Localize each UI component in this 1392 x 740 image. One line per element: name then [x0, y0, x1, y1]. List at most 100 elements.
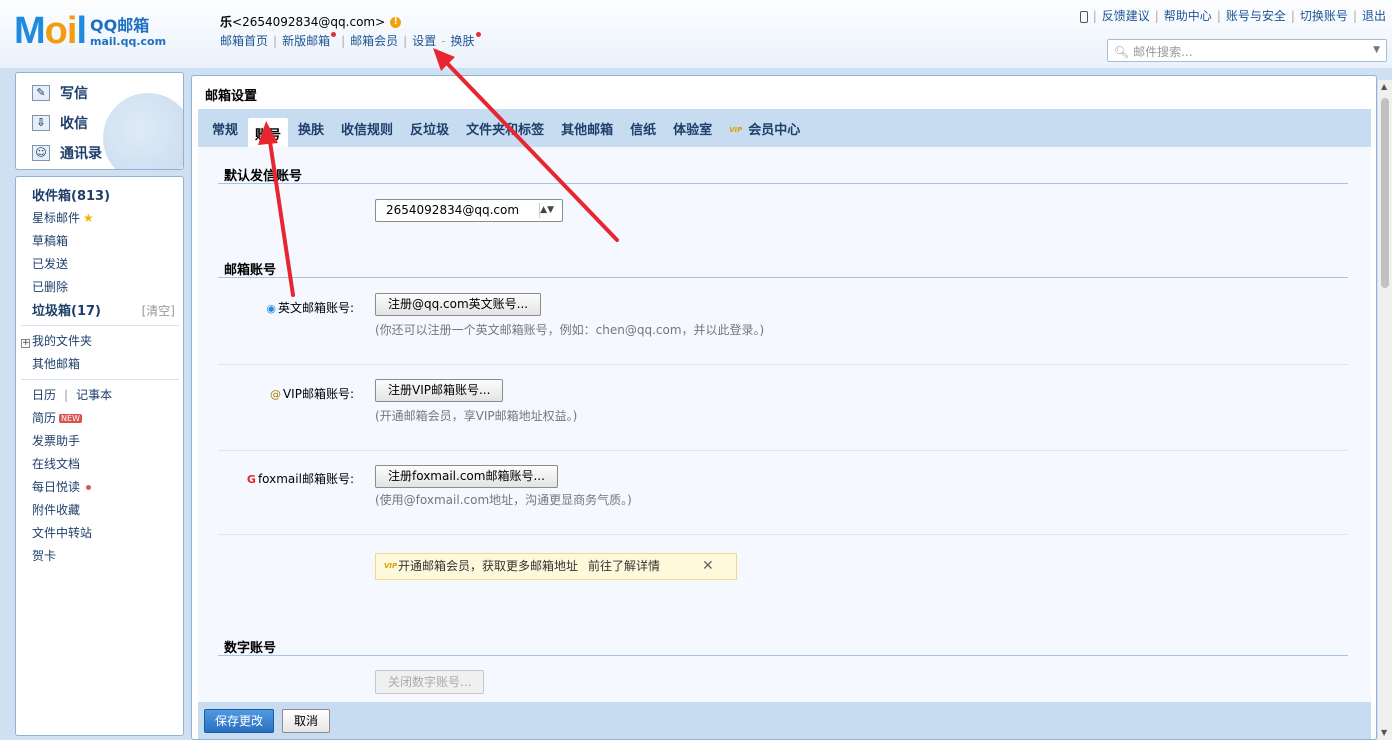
app-notebook[interactable]: 记事本: [76, 388, 112, 402]
register-foxmail-account-button[interactable]: 注册foxmail.com邮箱账号...: [375, 465, 558, 488]
unread-dot-icon: [86, 485, 92, 490]
app-calendar[interactable]: 日历: [32, 388, 56, 402]
app-resume[interactable]: 简历 NEW: [32, 409, 82, 426]
at-sign-icon: @: [269, 388, 281, 401]
bottom-action-bar: 保存更改 取消: [198, 702, 1371, 739]
star-icon: ★: [83, 211, 94, 225]
tab-account[interactable]: 账号: [248, 118, 289, 147]
link-skin[interactable]: 换肤: [451, 34, 475, 48]
chevron-down-icon[interactable]: ▼: [1373, 45, 1380, 55]
quick-actions: ✎ 写信 ⇩ 收信 ☺ 通讯录: [15, 72, 184, 170]
foxmail-account-note: (使用@foxmail.com地址，沟通更显商务气质。): [375, 493, 632, 507]
tab-other-mail[interactable]: 其他邮箱: [554, 113, 620, 144]
compose-button[interactable]: ✎ 写信: [32, 83, 88, 103]
qq-mail-logo[interactable]: Moil QQ邮箱 mail.qq.com: [14, 12, 166, 50]
scrollbar-thumb[interactable]: [1381, 98, 1389, 288]
row-divider: [218, 450, 1348, 451]
folder-my-folders[interactable]: + 我的文件夹: [21, 332, 92, 349]
right-top-links: | 反馈建议 | 帮助中心 | 账号与安全 | 切换账号 | 退出: [1079, 7, 1386, 24]
link-account-security[interactable]: 账号与安全: [1226, 9, 1286, 23]
scrollbar[interactable]: ▲ ▼: [1378, 80, 1392, 740]
settings-content: 默认发信账号 2654092834@qq.com ▲▼ 邮箱账号 ◉ 英文邮箱账号…: [198, 147, 1371, 707]
logo-domain-text: mail.qq.com: [90, 35, 167, 48]
search-placeholder: 邮件搜索...: [1133, 45, 1193, 59]
folder-sent[interactable]: 已发送: [32, 255, 68, 272]
folder-deleted[interactable]: 已删除: [32, 278, 68, 295]
link-feedback[interactable]: 反馈建议: [1102, 9, 1150, 23]
row-divider: [218, 364, 1348, 365]
user-info: 乐<2654092834@qq.com>!: [220, 13, 402, 30]
divider: [21, 379, 179, 380]
link-mail-home[interactable]: 邮箱首页: [220, 34, 268, 48]
vip-promo-tip: VIP 开通邮箱会员，获取更多邮箱地址 前往了解详情 ✕: [375, 553, 737, 580]
tab-lab[interactable]: 体验室: [666, 113, 719, 144]
scroll-up-icon[interactable]: ▲: [1381, 82, 1387, 91]
folder-list: 收件箱(813) 星标邮件 ★ 草稿箱 已发送 已删除 垃圾箱(17) [清空] …: [15, 176, 184, 736]
skin-dot-icon: [475, 32, 481, 37]
tip-details-link[interactable]: 前往了解详情: [588, 559, 660, 573]
qq-penguin-watermark: [103, 93, 183, 169]
folder-other-mail[interactable]: 其他邮箱: [32, 355, 80, 372]
logo-m: M: [14, 10, 46, 52]
tab-rules[interactable]: 收信规则: [334, 113, 400, 144]
close-digital-account-button[interactable]: 关闭数字账号...: [375, 670, 485, 694]
close-icon[interactable]: ✕: [702, 554, 714, 579]
folder-spam[interactable]: 垃圾箱(17): [32, 300, 101, 319]
tab-stationery[interactable]: 信纸: [623, 113, 663, 144]
section-mail-accounts: 邮箱账号: [224, 263, 277, 278]
inbox-download-icon: ⇩: [32, 115, 50, 131]
tab-general[interactable]: 常规: [205, 113, 245, 144]
vip-icon: VIP: [729, 126, 743, 134]
folder-starred[interactable]: 星标邮件 ★: [32, 209, 94, 226]
folder-inbox[interactable]: 收件箱(813): [32, 185, 110, 204]
app-file-transfer[interactable]: 文件中转站: [32, 524, 92, 541]
app-attachments[interactable]: 附件收藏: [32, 501, 80, 518]
logo-l: l: [76, 10, 87, 52]
tab-folders-labels[interactable]: 文件夹和标签: [459, 113, 551, 144]
register-vip-account-button[interactable]: 注册VIP邮箱账号...: [375, 379, 504, 402]
receive-button[interactable]: ⇩ 收信: [32, 113, 88, 133]
app-cards[interactable]: 贺卡: [32, 547, 56, 564]
phone-icon[interactable]: [1079, 10, 1088, 23]
contact-card-icon: ☺: [32, 145, 50, 161]
app-daily-read[interactable]: 每日悦读: [32, 478, 92, 495]
warning-icon[interactable]: !: [390, 17, 402, 28]
register-english-account-button[interactable]: 注册@qq.com英文账号...: [375, 293, 542, 316]
app-invoice[interactable]: 发票助手: [32, 432, 80, 449]
link-logout[interactable]: 退出: [1362, 9, 1386, 23]
link-mail-vip[interactable]: 邮箱会员: [350, 34, 398, 48]
logo-cn-text: QQ邮箱: [90, 16, 150, 35]
pencil-icon: ✎: [32, 85, 50, 101]
new-badge: NEW: [59, 414, 82, 423]
expand-plus-icon[interactable]: +: [21, 339, 30, 348]
tab-vip-center[interactable]: VIP 会员中心: [722, 113, 807, 144]
app-online-docs[interactable]: 在线文档: [32, 455, 80, 472]
cancel-button[interactable]: 取消: [282, 709, 330, 733]
folder-drafts[interactable]: 草稿箱: [32, 232, 68, 249]
english-account-label: ◉ 英文邮箱账号:: [266, 301, 354, 315]
save-button[interactable]: 保存更改: [204, 709, 274, 733]
section-divider: [218, 183, 1348, 184]
section-digital-accounts: 数字账号: [224, 641, 277, 656]
new-dot-icon: [331, 32, 337, 37]
tab-skin[interactable]: 换肤: [291, 113, 331, 144]
default-sender-select[interactable]: 2654092834@qq.com ▲▼: [375, 199, 563, 222]
link-help[interactable]: 帮助中心: [1164, 9, 1212, 23]
page-title: 邮箱设置: [205, 89, 258, 104]
logo-oi: oi: [44, 10, 78, 52]
qq-globe-icon: ◉: [266, 302, 276, 315]
link-new-mail[interactable]: 新版邮箱: [282, 34, 330, 48]
link-settings[interactable]: 设置: [412, 34, 436, 48]
spam-clean-link[interactable]: [清空]: [142, 302, 175, 319]
user-name: 乐: [220, 15, 233, 29]
scroll-down-icon[interactable]: ▼: [1381, 728, 1387, 737]
section-divider: [218, 655, 1348, 656]
search-input[interactable]: 🔍︎ 邮件搜索... ▼: [1107, 39, 1387, 62]
tab-antispam[interactable]: 反垃圾: [403, 113, 456, 144]
link-switch-account[interactable]: 切换账号: [1300, 9, 1348, 23]
contacts-button[interactable]: ☺ 通讯录: [32, 143, 102, 163]
select-arrows-icon: ▲▼: [540, 205, 554, 215]
search-icon: 🔍︎: [1114, 45, 1130, 59]
top-nav-links: 邮箱首页 | 新版邮箱 | 邮箱会员 | 设置 - 换肤: [220, 32, 481, 49]
left-sidebar: ✎ 写信 ⇩ 收信 ☺ 通讯录 收件箱(813) 星标邮件 ★ 草稿箱 已发送 已删除 …: [10, 70, 184, 740]
